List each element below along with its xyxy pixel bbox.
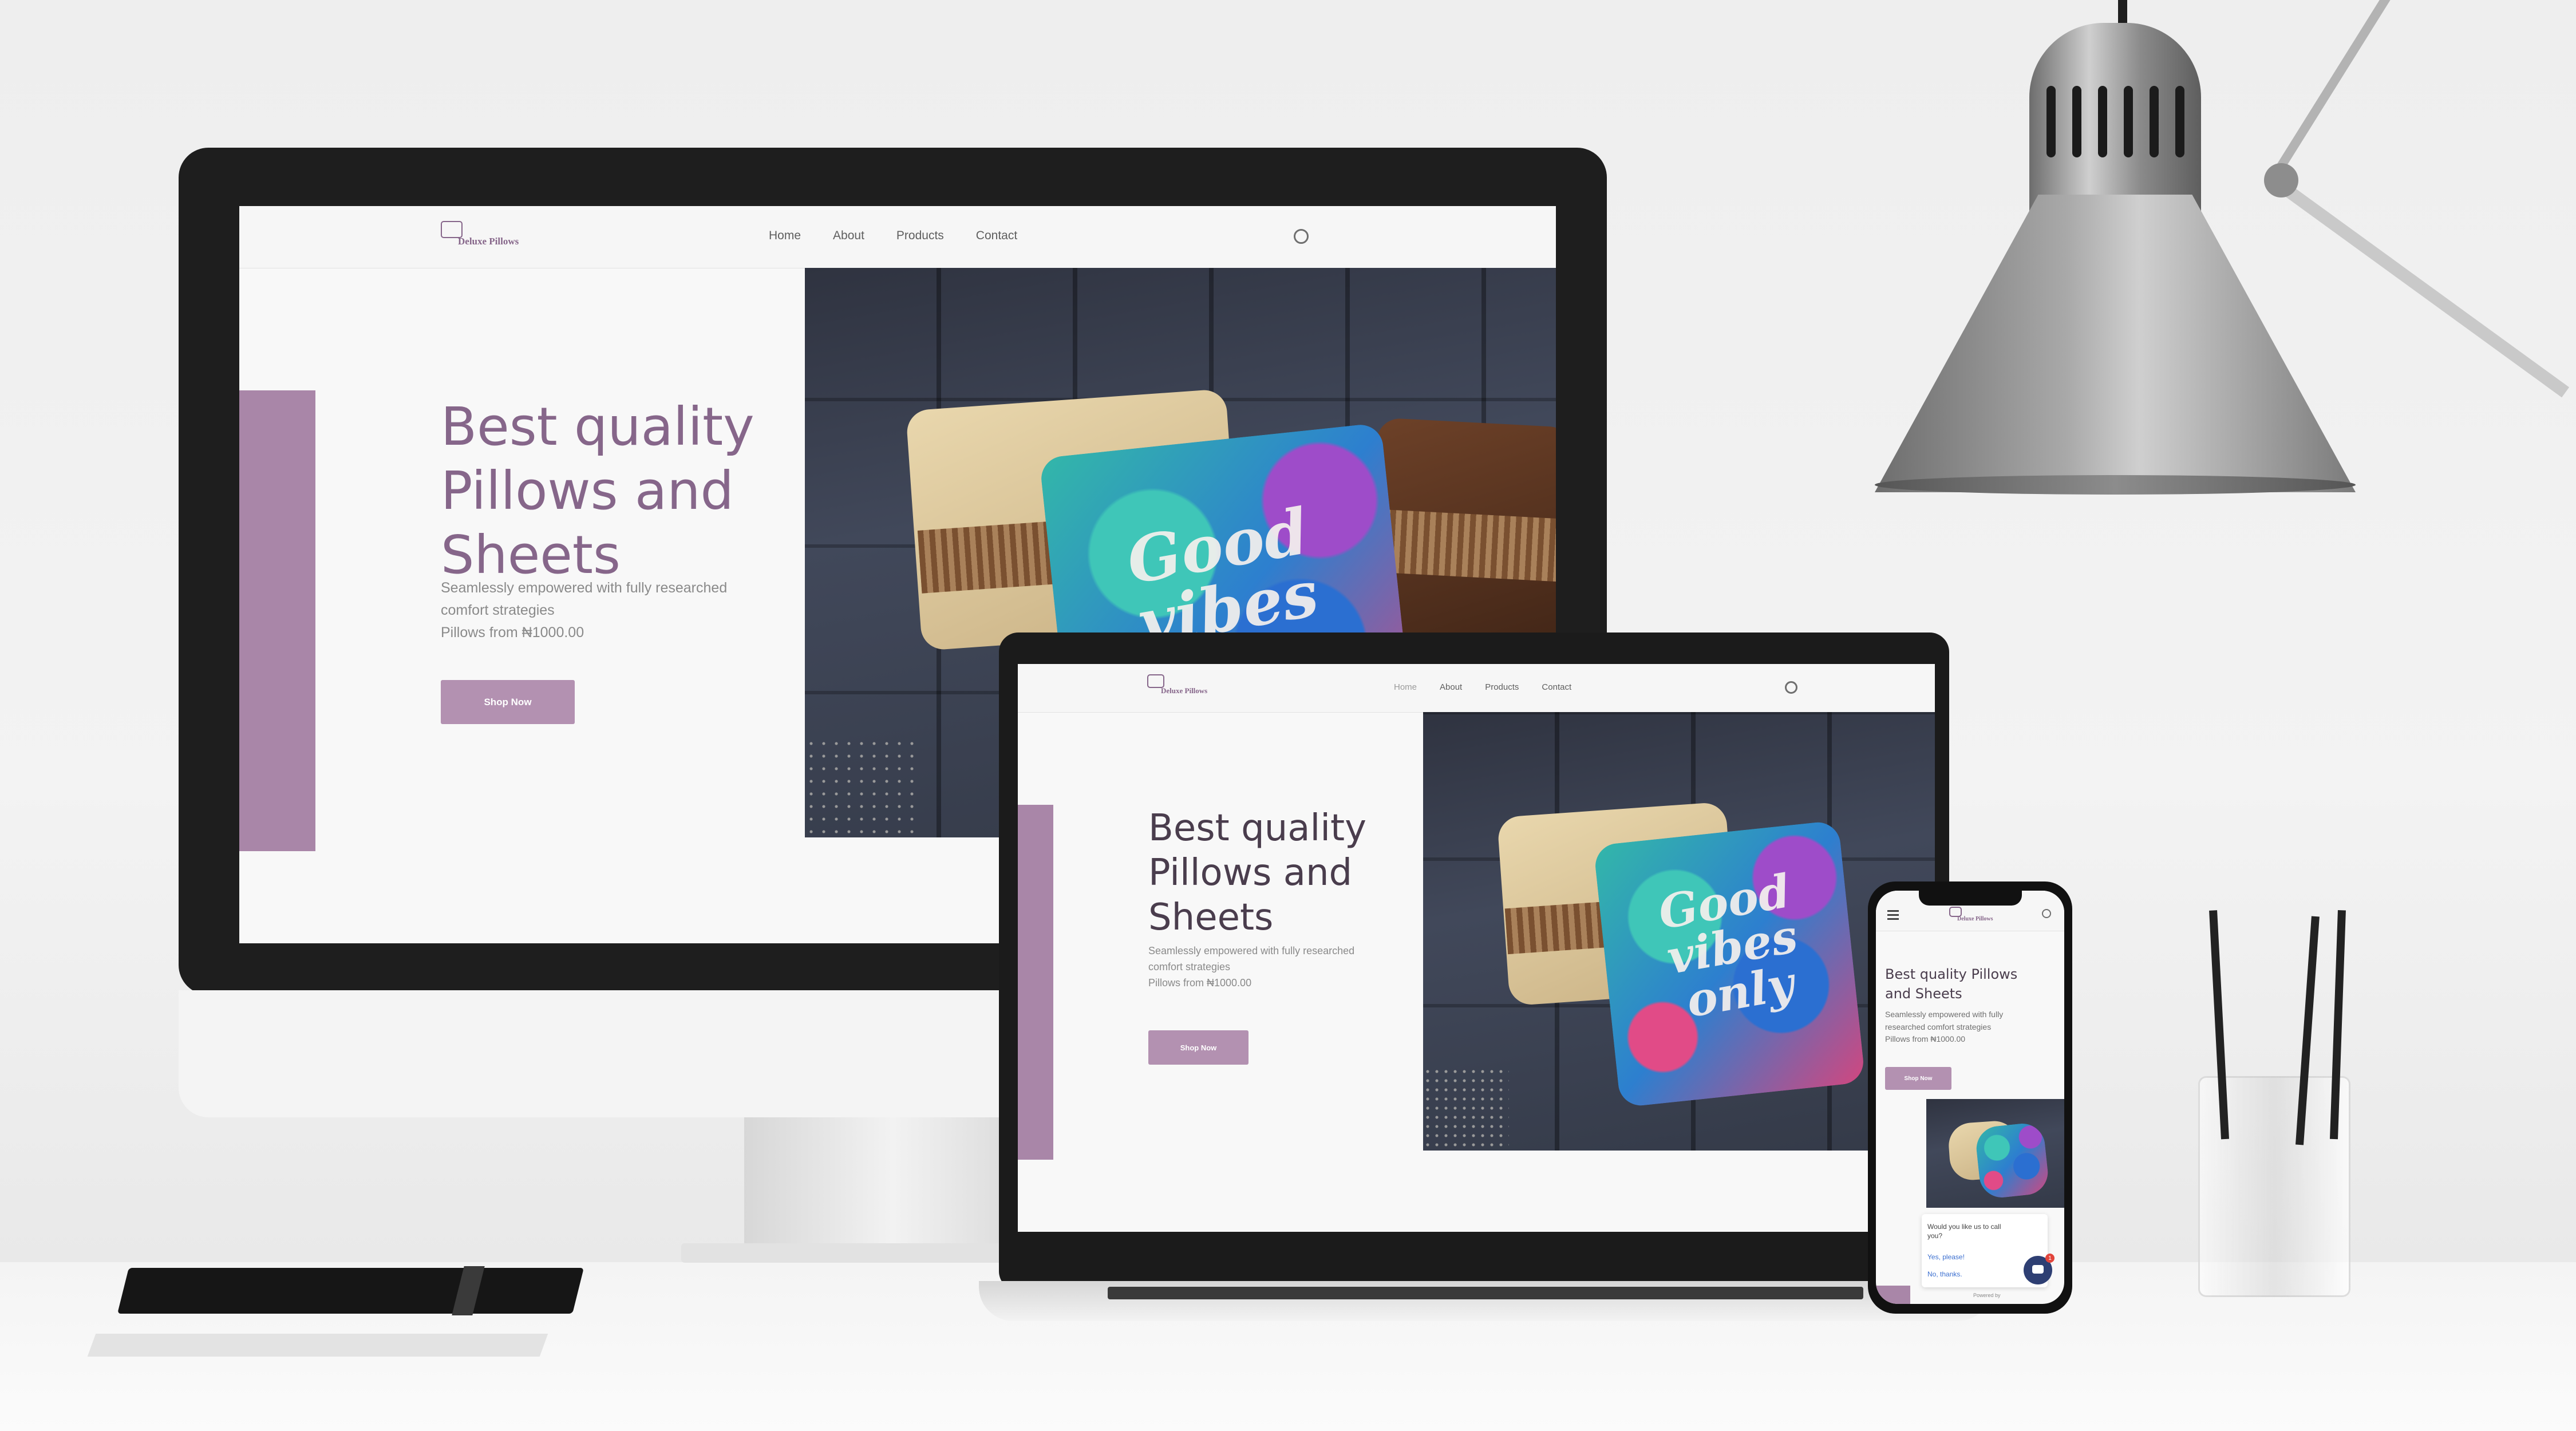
hero-title-line: and Sheets: [1885, 985, 1962, 1002]
price-text: Pillows from ₦1000.00: [1885, 1034, 1966, 1044]
search-icon[interactable]: [1294, 229, 1309, 244]
shop-now-button[interactable]: Shop Now: [1148, 1030, 1249, 1065]
hero-title: Best quality Pillows and Sheets: [1885, 965, 2017, 1003]
chat-option-no[interactable]: No, thanks.: [1927, 1270, 1962, 1278]
logo-chat-icon: [1949, 907, 1962, 917]
nav-about[interactable]: About: [833, 229, 864, 243]
hero-title-line: Best quality: [1148, 807, 1366, 849]
hero-title-line: Pillows and: [1148, 852, 1353, 895]
subtitle-line: researched comfort strategies: [1885, 1022, 1992, 1031]
dot-pattern: [1423, 1067, 1509, 1147]
main-nav: Home About Products Contact: [769, 229, 1017, 243]
search-icon[interactable]: [2042, 909, 2051, 918]
phone-notch: [1919, 891, 2022, 906]
lamp-arm-upper: [2274, 0, 2452, 173]
lamp-rim: [1875, 475, 2356, 495]
subtitle-line: Seamlessly empowered with fully: [1885, 1010, 2004, 1019]
laptop-screen: Deluxe Pillows Home About Products Conta…: [1018, 664, 1935, 1232]
phone-screen: Deluxe Pillows Best quality Pillows and …: [1876, 891, 2064, 1304]
search-icon[interactable]: [1785, 681, 1797, 694]
shop-now-button[interactable]: Shop Now: [1885, 1067, 1951, 1090]
logo-text: Deluxe Pillows: [1161, 686, 1208, 695]
nav-contact[interactable]: Contact: [1542, 682, 1571, 692]
chat-option-yes[interactable]: Yes, please!: [1927, 1253, 1965, 1261]
chat-badge: 1: [2045, 1254, 2055, 1263]
logo-text: Deluxe Pillows: [458, 236, 519, 247]
subtitle-line: Seamlessly empowered with fully research…: [441, 580, 728, 596]
hero-title: Best quality Pillows and Sheets: [441, 395, 754, 588]
price-text: Pillows from ₦1000.00: [1148, 977, 1252, 989]
shop-now-button[interactable]: Shop Now: [441, 680, 575, 724]
nav-home[interactable]: Home: [1394, 682, 1417, 692]
hero-title: Best quality Pillows and Sheets: [1148, 806, 1366, 940]
lamp-vents: [2038, 86, 2192, 166]
logo-text: Deluxe Pillows: [1957, 916, 1993, 922]
logo-chat-icon: [441, 221, 463, 238]
accent-bar: [1876, 1286, 1910, 1304]
pillow-band: [1376, 509, 1556, 582]
lamp-arm: [2274, 179, 2570, 398]
tropical-pillow: [1974, 1121, 2050, 1200]
logo-chat-icon: [1147, 674, 1164, 688]
hero-title-line: Best quality: [441, 396, 754, 457]
nav-products[interactable]: Products: [896, 229, 944, 243]
accent-bar: [1018, 805, 1053, 1160]
hero-image: [1926, 1099, 2064, 1208]
powered-by: Powered by: [1973, 1292, 2001, 1298]
site-logo[interactable]: Deluxe Pillows: [1147, 674, 1207, 695]
site-header: Deluxe Pillows Home About Products Conta…: [1018, 664, 1935, 713]
main-nav: Home About Products Contact: [1394, 682, 1571, 692]
hero-subtitle: Seamlessly empowered with fully research…: [1885, 1009, 2003, 1046]
nav-about[interactable]: About: [1440, 682, 1462, 692]
subtitle-line: Seamlessly empowered with fully research…: [1148, 945, 1355, 956]
nav-home[interactable]: Home: [769, 229, 801, 243]
hero-title-line: Sheets: [1148, 896, 1274, 939]
subtitle-line: comfort strategies: [441, 602, 555, 618]
site-logo[interactable]: Deluxe Pillows: [441, 221, 519, 247]
price-text: Pillows from ₦1000.00: [441, 624, 584, 641]
lamp-shade: [1875, 195, 2356, 492]
hamburger-menu-icon[interactable]: [1887, 910, 1899, 920]
accent-bar: [239, 390, 315, 851]
hero-title-line: Pillows and: [441, 460, 734, 522]
hero-title-line: Best quality Pillows: [1885, 966, 2018, 982]
chat-question: Would you like us to call you?: [1927, 1223, 2001, 1240]
laptop-hinge: [1108, 1287, 1863, 1299]
site-logo[interactable]: Deluxe Pillows: [1949, 907, 1993, 922]
site-header: Deluxe Pillows Home About Products Conta…: [239, 206, 1556, 268]
hero-subtitle: Seamlessly empowered with fully research…: [1148, 943, 1354, 991]
nav-products[interactable]: Products: [1485, 682, 1519, 692]
hero-image: Good vibes only: [1423, 712, 1935, 1151]
notebook: [117, 1268, 584, 1314]
hero-subtitle: Seamlessly empowered with fully research…: [441, 577, 727, 643]
nav-contact[interactable]: Contact: [976, 229, 1017, 243]
desk-tray: [87, 1334, 548, 1357]
lamp-joint: [2264, 163, 2298, 197]
dot-pattern: [805, 737, 919, 837]
subtitle-line: comfort strategies: [1148, 960, 1231, 973]
imac-stand: [744, 1117, 1042, 1246]
